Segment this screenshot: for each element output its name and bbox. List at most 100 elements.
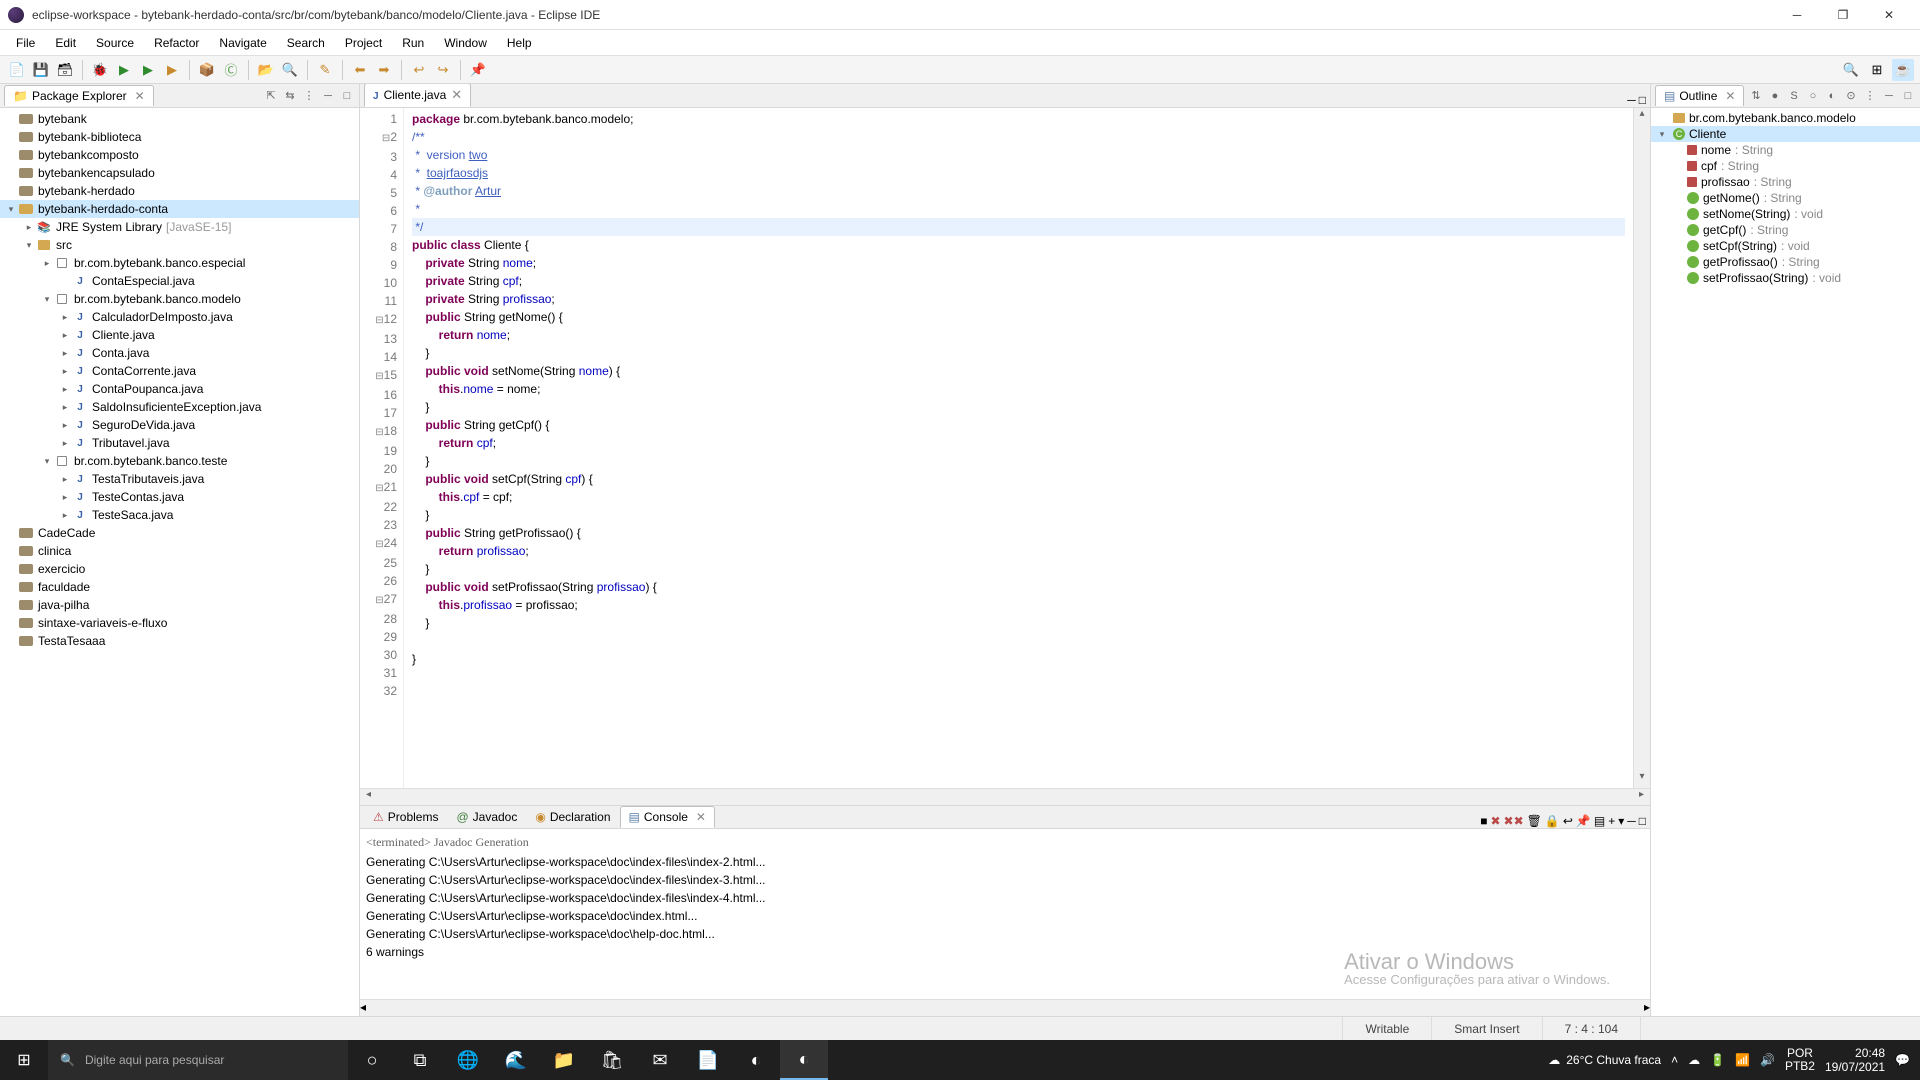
- console-remove-icon[interactable]: ✖: [1490, 814, 1500, 828]
- menu-run[interactable]: Run: [392, 32, 434, 54]
- console-word-wrap-icon[interactable]: ↩: [1563, 814, 1573, 828]
- save-all-icon[interactable]: 🗃: [54, 59, 76, 81]
- tree-item[interactable]: ▾br.com.bytebank.banco.modelo: [0, 290, 359, 308]
- cortana-icon[interactable]: ○: [348, 1040, 396, 1080]
- tree-item[interactable]: clinica: [0, 542, 359, 560]
- eclipse2-icon[interactable]: ◐: [780, 1040, 828, 1080]
- outline-hide-fields-icon[interactable]: ●: [1767, 88, 1783, 104]
- minimize-view-icon[interactable]: ─: [320, 88, 336, 104]
- tree-item[interactable]: ▸JTributavel.java: [0, 434, 359, 452]
- tree-item[interactable]: JContaEspecial.java: [0, 272, 359, 290]
- tree-item[interactable]: ▸JSeguroDeVida.java: [0, 416, 359, 434]
- start-button[interactable]: ⊞: [0, 1040, 48, 1080]
- task-view-icon[interactable]: ⧉: [396, 1040, 444, 1080]
- tree-item[interactable]: ▸JConta.java: [0, 344, 359, 362]
- outline-hide-local-icon[interactable]: ◐: [1824, 88, 1840, 104]
- console-menu-icon[interactable]: ▾: [1618, 814, 1624, 828]
- open-type-icon[interactable]: 📂: [255, 59, 277, 81]
- console-scroll-lock-icon[interactable]: 🔒: [1545, 814, 1560, 828]
- tree-item[interactable]: java-pilha: [0, 596, 359, 614]
- menu-edit[interactable]: Edit: [45, 32, 86, 54]
- coverage-icon[interactable]: ▶: [161, 59, 183, 81]
- eclipse1-icon[interactable]: ◐: [732, 1040, 780, 1080]
- editor-tab-cliente[interactable]: J Cliente.java ✕: [364, 83, 471, 107]
- tree-item[interactable]: bytebankcomposto: [0, 146, 359, 164]
- outline-sort-icon[interactable]: ⇅: [1748, 88, 1764, 104]
- close-editor-icon[interactable]: ✕: [451, 87, 462, 103]
- store-icon[interactable]: 🛍: [588, 1040, 636, 1080]
- run-icon[interactable]: ▶: [113, 59, 135, 81]
- link-editor-icon[interactable]: ⇆: [282, 88, 298, 104]
- outline-item[interactable]: nome : String: [1651, 142, 1920, 158]
- chrome-icon[interactable]: 🌐: [444, 1040, 492, 1080]
- view-menu-icon[interactable]: ⋮: [301, 88, 317, 104]
- package-tree[interactable]: bytebankbytebank-bibliotecabytebankcompo…: [0, 108, 359, 1016]
- console-remove-all-icon[interactable]: ✖✖: [1504, 814, 1524, 828]
- menu-help[interactable]: Help: [497, 32, 542, 54]
- taskbar-search[interactable]: 🔍 Digite aqui para pesquisar: [48, 1040, 348, 1080]
- back-icon[interactable]: ↩: [408, 59, 430, 81]
- code-editor[interactable]: 1⊟234567891011⊟121314⊟151617⊟181920⊟2122…: [360, 108, 1650, 788]
- minimize-outline-icon[interactable]: ─: [1881, 88, 1897, 104]
- tree-item[interactable]: ▸📚JRE System Library[JavaSE-15]: [0, 218, 359, 236]
- outline-item[interactable]: setCpf(String) : void: [1651, 238, 1920, 254]
- outline-menu-icon[interactable]: ⋮: [1862, 88, 1878, 104]
- tree-item[interactable]: bytebankencapsulado: [0, 164, 359, 182]
- tab-console[interactable]: ▤Console✕: [620, 806, 715, 828]
- tree-item[interactable]: ▸JTesteContas.java: [0, 488, 359, 506]
- tab-declaration[interactable]: ◉Declaration: [526, 806, 619, 828]
- code-content[interactable]: package br.com.bytebank.banco.modelo;/**…: [404, 108, 1633, 788]
- tree-item[interactable]: ▸br.com.bytebank.banco.especial: [0, 254, 359, 272]
- run-last-icon[interactable]: ▶: [137, 59, 159, 81]
- tree-item[interactable]: ▸JCalculadorDeImposto.java: [0, 308, 359, 326]
- tree-item[interactable]: ▸JTesteSaca.java: [0, 506, 359, 524]
- quick-access-icon[interactable]: 🔍: [1840, 59, 1862, 81]
- outline-item[interactable]: br.com.bytebank.banco.modelo: [1651, 110, 1920, 126]
- toggle-mark-icon[interactable]: ✎: [314, 59, 336, 81]
- tree-item[interactable]: ▾br.com.bytebank.banco.teste: [0, 452, 359, 470]
- outline-item[interactable]: getProfissao() : String: [1651, 254, 1920, 270]
- tree-item[interactable]: ▾bytebank-herdado-conta: [0, 200, 359, 218]
- maximize-button[interactable]: ❐: [1820, 0, 1866, 30]
- tree-item[interactable]: TestaTesaaa: [0, 632, 359, 650]
- language-indicator[interactable]: PORPTB2: [1785, 1047, 1815, 1073]
- menu-search[interactable]: Search: [277, 32, 335, 54]
- battery-icon[interactable]: 🔋: [1710, 1053, 1725, 1067]
- horizontal-scrollbar[interactable]: ◂▸: [360, 788, 1650, 805]
- collapse-all-icon[interactable]: ⇱: [263, 88, 279, 104]
- maximize-console-icon[interactable]: □: [1639, 814, 1646, 828]
- onedrive-icon[interactable]: ☁: [1688, 1053, 1700, 1067]
- debug-icon[interactable]: 🐞: [89, 59, 111, 81]
- office-icon[interactable]: 📄: [684, 1040, 732, 1080]
- tab-javadoc[interactable]: @Javadoc: [447, 806, 526, 828]
- console-scrollbar[interactable]: ◂▸: [360, 999, 1650, 1016]
- outline-hide-static-icon[interactable]: S: [1786, 88, 1802, 104]
- search-icon[interactable]: 🔍: [279, 59, 301, 81]
- tree-item[interactable]: ▾src: [0, 236, 359, 254]
- tree-item[interactable]: faculdade: [0, 578, 359, 596]
- close-tab-icon[interactable]: ✕: [135, 89, 145, 103]
- menu-source[interactable]: Source: [86, 32, 144, 54]
- outline-tab[interactable]: ▤ Outline ✕: [1655, 85, 1744, 106]
- weather-widget[interactable]: ☁ 26°C Chuva fraca: [1548, 1053, 1661, 1067]
- outline-item[interactable]: getNome() : String: [1651, 190, 1920, 206]
- open-perspective-icon[interactable]: ⊞: [1866, 59, 1888, 81]
- tree-item[interactable]: ▸JContaCorrente.java: [0, 362, 359, 380]
- new-icon[interactable]: 📄: [6, 59, 28, 81]
- menu-window[interactable]: Window: [434, 32, 497, 54]
- menu-navigate[interactable]: Navigate: [209, 32, 276, 54]
- menu-project[interactable]: Project: [335, 32, 392, 54]
- clock[interactable]: 20:4819/07/2021: [1825, 1046, 1885, 1074]
- outline-item[interactable]: profissao : String: [1651, 174, 1920, 190]
- explorer-icon[interactable]: 📁: [540, 1040, 588, 1080]
- maximize-view-icon[interactable]: □: [339, 88, 355, 104]
- console-open-icon[interactable]: ▤: [1594, 814, 1605, 828]
- forward-icon[interactable]: ↪: [432, 59, 454, 81]
- tab-problems[interactable]: ⚠Problems: [364, 806, 447, 828]
- minimize-editor-icon[interactable]: ─: [1627, 93, 1636, 107]
- outline-item[interactable]: setNome(String) : void: [1651, 206, 1920, 222]
- new-class-icon[interactable]: Ⓒ: [220, 59, 242, 81]
- outline-item[interactable]: setProfissao(String) : void: [1651, 270, 1920, 286]
- wifi-icon[interactable]: 📶: [1735, 1053, 1750, 1067]
- close-console-icon[interactable]: ✕: [696, 810, 706, 824]
